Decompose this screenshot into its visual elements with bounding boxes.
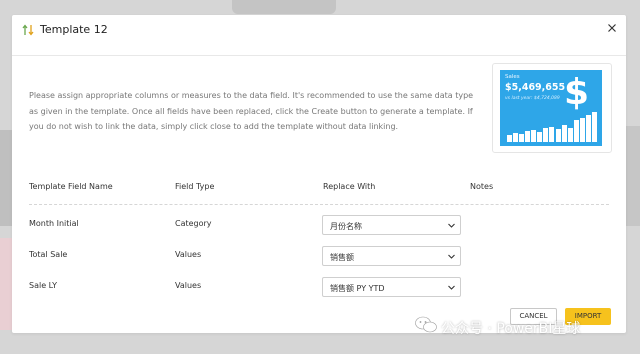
preview-value: $5,469,655 [505,82,566,93]
chevron-down-icon [448,254,455,259]
preview-bar [549,127,555,142]
row-field-name: Sale LY [29,281,57,290]
preview-bar [573,120,579,142]
close-icon [608,24,616,32]
chevron-down-icon [448,285,455,290]
row-field-name: Month Initial [29,219,79,228]
preview-card: Sales $5,469,655 vs last year: $4,724,08… [500,70,602,146]
dialog-title: Template 12 [40,23,108,36]
column-header-replace-with: Replace With [323,182,376,191]
row-field-type: Values [175,281,202,290]
replace-with-select[interactable]: 月份名称 [322,215,461,235]
background-element [232,0,336,14]
preview-bar [512,133,518,142]
column-header-field-name: Template Field Name [29,182,113,191]
preview-bar [586,115,592,142]
preview-bar [543,128,549,142]
select-value: 销售额 PY YTD [330,284,385,293]
replace-with-select[interactable]: 销售额 [322,246,461,266]
sort-arrows-icon [22,24,34,36]
replace-with-select[interactable]: 销售额 PY YTD [322,277,461,297]
dialog-header: Template 12 [12,15,626,47]
template-preview: Sales $5,469,655 vs last year: $4,724,08… [492,63,612,153]
wechat-icon [415,316,437,333]
select-value: 销售额 [330,253,354,262]
preview-bar [506,135,512,142]
column-header-notes: Notes [470,182,494,191]
column-header-field-type: Field Type [175,182,215,191]
preview-bar [561,125,567,142]
preview-bar-chart [506,112,598,142]
preview-bar [580,118,586,142]
header-divider [12,55,626,56]
row-field-type: Category [175,219,212,228]
preview-bar [531,130,537,142]
preview-bar [555,129,561,142]
watermark-text: 公众号 · PowerBI星球 [441,321,581,337]
instructions-text: Please assign appropriate columns or mea… [29,91,474,131]
preview-bar [524,131,530,142]
preview-bar [567,128,573,142]
preview-bar [537,132,543,142]
preview-bar [592,112,598,142]
background-card-right [624,126,640,226]
template-dialog: Template 12 Please assign appropriate co… [12,15,626,333]
close-button[interactable] [605,23,619,37]
preview-label: Sales [505,74,520,80]
chevron-down-icon [448,223,455,228]
table-header-divider [29,204,609,205]
dollar-icon: $ [564,72,590,113]
select-value: 月份名称 [330,222,362,231]
row-field-type: Values [175,250,202,259]
preview-bar [518,134,524,142]
row-field-name: Total Sale [29,250,68,259]
background-card-pink [0,238,12,330]
preview-subtext: vs last year: $4,724,089 [505,96,560,101]
